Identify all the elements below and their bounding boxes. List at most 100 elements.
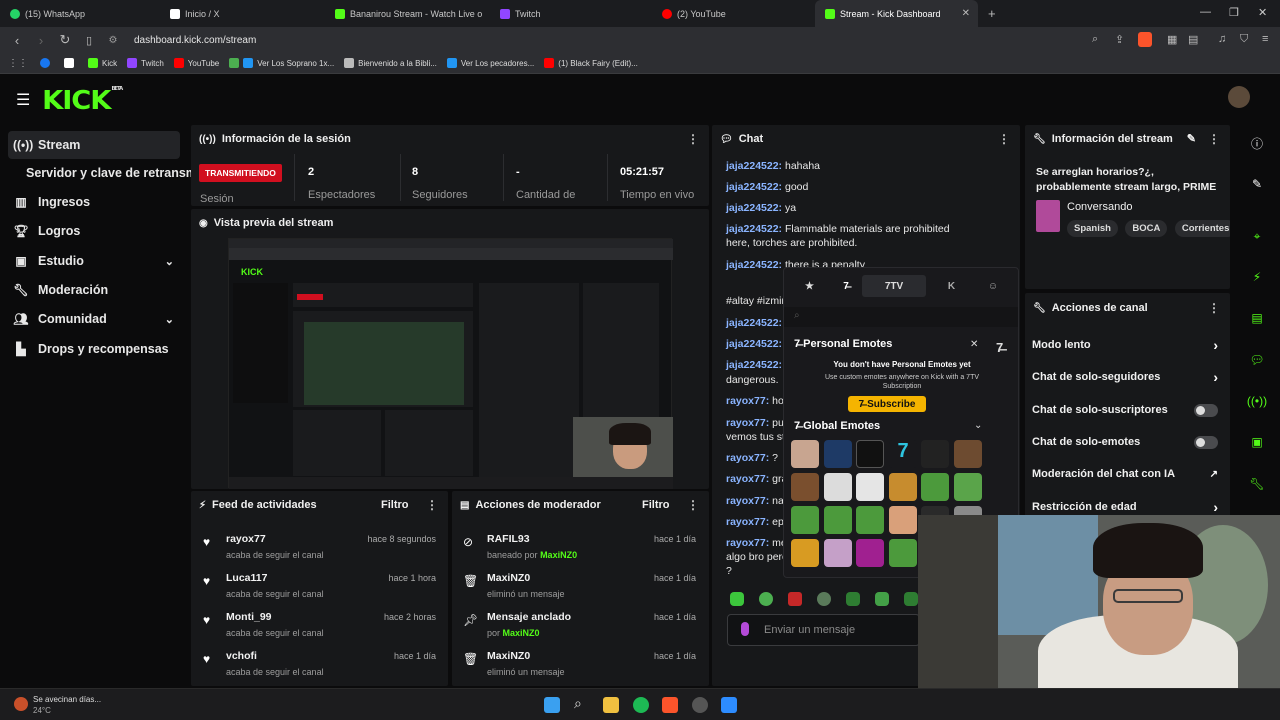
more-options-icon[interactable]: ⋮ <box>1208 132 1220 146</box>
hamburger-menu-icon[interactable]: ☰ <box>16 90 30 110</box>
camera-app-icon[interactable] <box>721 697 737 713</box>
emote[interactable] <box>889 473 917 501</box>
category-name[interactable]: Conversando <box>1067 201 1132 213</box>
emote[interactable] <box>824 539 852 567</box>
bookmark-facebook[interactable] <box>40 58 54 68</box>
action-slow-mode[interactable]: Modo lento › <box>1032 334 1222 356</box>
emote[interactable] <box>856 473 884 501</box>
emote[interactable] <box>824 440 852 468</box>
apps-icon[interactable]: ⋮⋮ <box>8 58 28 69</box>
emote-icon[interactable] <box>846 592 860 606</box>
new-tab-icon[interactable]: + <box>988 6 996 21</box>
action-ai-moderation[interactable]: Moderación del chat con IA ↗ <box>1032 463 1222 485</box>
sidebar-item-estudio[interactable]: ▣ Estudio ⌄ <box>8 247 180 275</box>
sidebar-toggle-icon[interactable]: ▤ <box>1188 33 1198 46</box>
broadcast-icon[interactable]: ((•)) <box>1243 387 1271 415</box>
filter-button[interactable]: Filtro <box>381 499 409 511</box>
more-options-icon[interactable]: ⋮ <box>687 498 699 512</box>
emote[interactable] <box>824 473 852 501</box>
bookmark-black-fairy[interactable]: (1) Black Fairy (Edit)... <box>544 58 638 68</box>
more-options-icon[interactable]: ⋮ <box>998 132 1010 146</box>
emote[interactable] <box>889 539 917 567</box>
weather-icon[interactable] <box>14 697 28 711</box>
chevron-down-icon[interactable]: ⌄ <box>974 420 982 431</box>
sidebar-item-stream[interactable]: ((•)) Stream <box>8 131 180 159</box>
pencil-icon[interactable]: ✎ <box>1243 170 1271 198</box>
emote-icon[interactable] <box>817 592 831 606</box>
vpn-icon[interactable]: ⛉ <box>1240 33 1248 46</box>
search-icon[interactable]: ⌕ <box>574 695 582 712</box>
bookmark-pecadores[interactable]: Ver Los pecadores... <box>446 58 534 68</box>
bookmark-twitch[interactable]: Twitch <box>127 58 164 68</box>
emote-icon[interactable] <box>904 592 918 606</box>
obs-icon[interactable] <box>692 697 708 713</box>
action-followers-only[interactable]: Chat de solo-seguidores › <box>1032 366 1222 388</box>
bookmark-x[interactable] <box>64 58 78 68</box>
windows-start-icon[interactable] <box>544 697 560 713</box>
emote-search-input[interactable]: ⌕ <box>784 307 1018 327</box>
emote-icon[interactable] <box>788 592 802 606</box>
sidebar-item-drops[interactable]: ▙ Drops y recompensas <box>8 335 180 363</box>
emoji-tab-icon[interactable]: ☺ <box>979 275 1007 297</box>
bookmark-youtube[interactable]: YouTube <box>173 58 219 68</box>
subscribe-button[interactable]: 7̶ Subscribe <box>848 396 926 412</box>
sidebar-item-ingresos[interactable]: ▥ Ingresos <box>8 188 180 216</box>
user-avatar[interactable] <box>1228 86 1250 108</box>
emotes-only-toggle[interactable] <box>1194 436 1218 449</box>
emote[interactable] <box>856 506 884 534</box>
emote-icon[interactable] <box>759 592 773 606</box>
emote[interactable] <box>954 473 982 501</box>
info-icon[interactable]: ⓘ <box>1243 129 1271 157</box>
brave-icon[interactable] <box>662 697 678 713</box>
reload-icon[interactable]: ↻ <box>58 32 72 48</box>
7tv-logo-icon[interactable]: 7̶ <box>832 275 860 297</box>
stream-preview-video[interactable]: KICK <box>228 238 673 489</box>
emote[interactable] <box>791 539 819 567</box>
close-tab-icon[interactable]: ✕ <box>962 8 970 19</box>
sidebar-item-server-key[interactable]: Servidor y clave de retransm <box>26 159 196 187</box>
file-explorer-icon[interactable] <box>603 697 619 713</box>
browser-tab[interactable]: Twitch <box>490 0 652 27</box>
subscribers-only-toggle[interactable] <box>1194 404 1218 417</box>
wrench-icon[interactable]: 🔧︎ <box>1243 470 1271 498</box>
document-icon[interactable]: ▤ <box>1243 304 1271 332</box>
microphone-icon[interactable] <box>741 622 749 636</box>
close-icon[interactable]: ✕ <box>970 339 978 350</box>
bookmark-biblioteca[interactable]: Bienvenido a la Bibli... <box>344 58 437 68</box>
emote[interactable] <box>791 506 819 534</box>
forward-icon[interactable]: › <box>34 33 48 48</box>
filter-button[interactable]: Filtro <box>642 499 670 511</box>
emote[interactable]: 7 <box>889 440 917 468</box>
tag[interactable]: Spanish <box>1067 220 1118 237</box>
chat-input[interactable]: Enviar un mensaje <box>727 614 920 646</box>
back-icon[interactable]: ‹ <box>10 33 24 48</box>
emote[interactable] <box>856 440 884 468</box>
emote[interactable] <box>856 539 884 567</box>
emote[interactable] <box>824 506 852 534</box>
bookmark-kick[interactable]: Kick <box>88 58 117 68</box>
maximize-icon[interactable]: ❐ <box>1229 6 1239 19</box>
browser-tab-active[interactable]: Stream - Kick Dashboard ✕ <box>815 0 978 27</box>
weather-title[interactable]: Se avecinan días... <box>33 695 101 704</box>
spotify-icon[interactable] <box>633 697 649 713</box>
bolt-icon[interactable]: ⚡︎ <box>1243 263 1271 291</box>
browser-tab[interactable]: (15) WhatsApp <box>0 0 160 27</box>
more-options-icon[interactable]: ⋮ <box>426 498 438 512</box>
sidebar-item-comunidad[interactable]: 👥︎ Comunidad ⌄ <box>8 305 180 333</box>
site-info-icon[interactable]: ⚙ <box>106 35 120 46</box>
emote[interactable] <box>921 473 949 501</box>
emote[interactable] <box>921 440 949 468</box>
kick-logo[interactable]: KICKBETA <box>42 86 123 116</box>
emote[interactable] <box>791 473 819 501</box>
tag[interactable]: BOCA <box>1125 220 1168 237</box>
edit-icon[interactable]: ✎ <box>1187 132 1196 145</box>
kick-tab-icon[interactable]: K <box>939 275 964 297</box>
sidebar-item-moderacion[interactable]: 🔧︎ Moderación <box>8 276 180 304</box>
brave-shield-icon[interactable] <box>1138 32 1152 47</box>
target-icon[interactable]: ⌖ <box>1243 222 1271 250</box>
browser-tab[interactable]: Inicio / X <box>160 0 325 27</box>
category-thumbnail[interactable] <box>1036 200 1060 232</box>
7tv-toggle-icon[interactable]: 7̶ <box>996 340 1003 355</box>
tab-7tv[interactable]: 7TV <box>862 275 926 297</box>
bookmark-icon[interactable]: ▯ <box>82 34 96 47</box>
